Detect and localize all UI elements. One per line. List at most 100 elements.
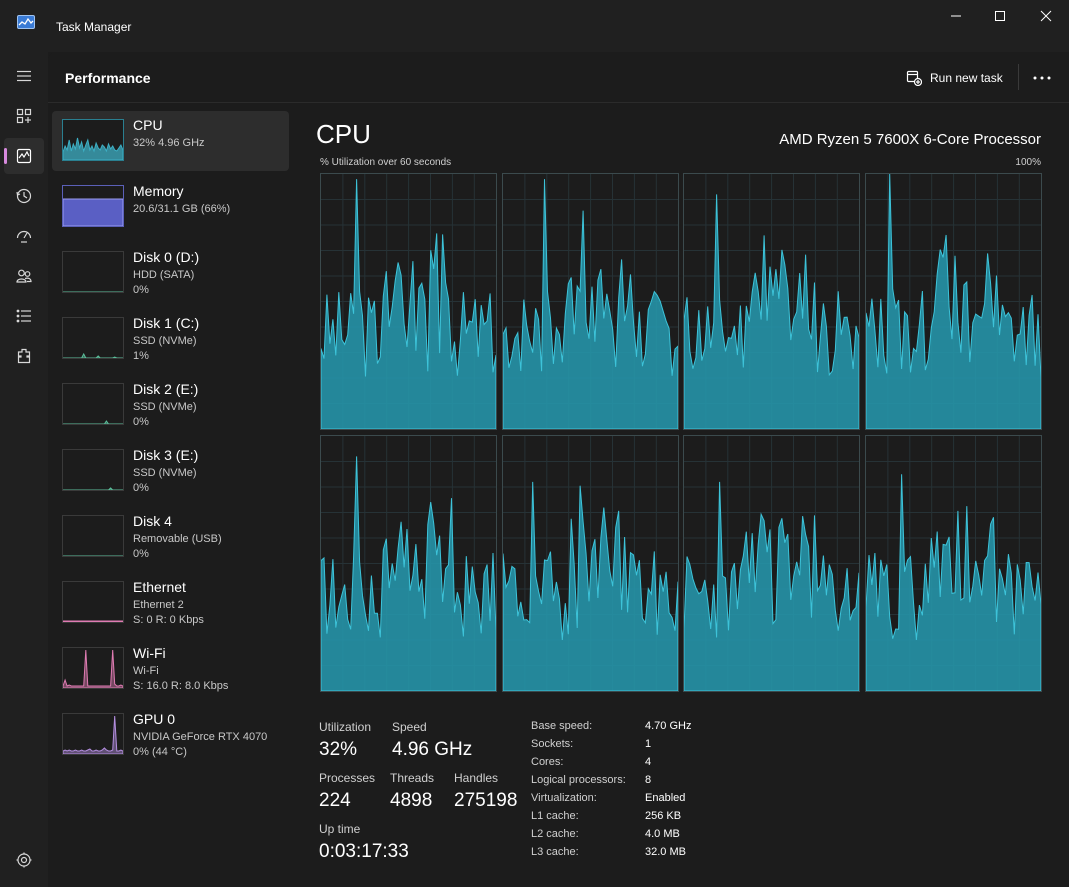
resource-name: Disk 3 (E:) xyxy=(133,447,199,463)
graph-caption: % Utilization over 60 seconds xyxy=(320,157,452,168)
resource-name: Disk 4 xyxy=(133,513,172,529)
resource-item-disk-0-d[interactable]: Disk 0 (D:) HDD (SATA) 0% xyxy=(52,243,289,303)
info-key: Logical processors: xyxy=(531,774,626,786)
maximize-icon xyxy=(995,11,1005,21)
info-value: 4.0 MB xyxy=(645,828,680,840)
resource-list: CPU 32% 4.96 GHz Memory 20.6/31.1 GB (66%) D… xyxy=(52,111,290,771)
resource-item-gpu-0[interactable]: GPU 0 NVIDIA GeForce RTX 4070 0% (44 °C) xyxy=(52,705,289,765)
resource-detail: Wi-Fi xyxy=(133,665,159,677)
nav-details[interactable] xyxy=(4,298,44,334)
close-button[interactable] xyxy=(1023,0,1069,32)
processes-value: 224 xyxy=(319,790,351,811)
nav-processes[interactable] xyxy=(4,98,44,134)
info-key: Sockets: xyxy=(531,738,574,750)
resource-item-disk-4[interactable]: Disk 4 Removable (USB) 0% xyxy=(52,507,289,567)
info-value: 4.70 GHz xyxy=(645,720,692,732)
title-bar: Task Manager xyxy=(0,0,1069,52)
resource-name: Disk 2 (E:) xyxy=(133,381,199,397)
resource-name: GPU 0 xyxy=(133,711,176,727)
navigation-rail xyxy=(0,52,48,887)
info-key: L1 cache: xyxy=(531,810,579,822)
nav-app-history[interactable] xyxy=(4,178,44,214)
resource-item-memory[interactable]: Memory 20.6/31.1 GB (66%) xyxy=(52,177,289,237)
run-new-task-button[interactable]: Run new task xyxy=(906,66,1003,90)
resource-thumbnail-graph xyxy=(62,251,124,293)
processes-label: Processes xyxy=(319,771,376,785)
logical-processor-graphs[interactable] xyxy=(320,173,1042,693)
more-options-icon xyxy=(1033,76,1051,80)
resource-name: CPU xyxy=(133,117,163,133)
services-icon xyxy=(17,348,31,364)
page-title: Performance xyxy=(65,70,151,86)
resource-detail: 1% xyxy=(133,350,149,362)
resource-thumbnail-graph xyxy=(62,317,124,359)
run-new-task-icon xyxy=(906,70,922,86)
info-value: 4 xyxy=(645,756,652,768)
resource-detail: 0% xyxy=(133,416,149,428)
more-options-button[interactable] xyxy=(1028,66,1056,90)
logical-processor-graph-6 xyxy=(683,435,860,692)
resource-thumbnail-graph xyxy=(62,383,124,425)
threads-value: 4898 xyxy=(390,790,433,811)
logical-processor-graph-0 xyxy=(320,173,497,430)
nav-settings[interactable] xyxy=(4,842,44,878)
logical-processor-graph-4 xyxy=(320,435,497,692)
info-key: L2 cache: xyxy=(531,828,579,840)
graph-max-label: 100% xyxy=(1015,157,1041,168)
info-key: Cores: xyxy=(531,756,564,768)
resource-item-disk-3-e[interactable]: Disk 3 (E:) SSD (NVMe) 0% xyxy=(52,441,289,501)
details-icon xyxy=(16,309,31,323)
nav-services[interactable] xyxy=(4,338,44,374)
utilization-label: Utilization xyxy=(319,720,372,734)
resource-detail: NVIDIA GeForce RTX 4070 xyxy=(133,731,268,743)
resource-detail: 20.6/31.1 GB (66%) xyxy=(133,203,231,215)
info-key: Virtualization: xyxy=(531,792,597,804)
info-value: 1 xyxy=(645,738,652,750)
info-key: Base speed: xyxy=(531,720,593,732)
logical-processor-graph-5 xyxy=(501,435,679,692)
minimize-button[interactable] xyxy=(933,0,979,32)
uptime-label: Up time xyxy=(319,822,361,836)
nav-menu-toggle[interactable] xyxy=(4,58,44,94)
threads-label: Threads xyxy=(390,771,435,785)
resource-item-cpu[interactable]: CPU 32% 4.96 GHz xyxy=(52,111,289,171)
resource-thumbnail-graph xyxy=(62,515,124,557)
header-divider xyxy=(1018,64,1019,90)
resource-name: Ethernet xyxy=(133,579,186,595)
info-value: 8 xyxy=(645,774,652,786)
cpu-model: AMD Ryzen 5 7600X 6-Core Processor xyxy=(779,131,1041,148)
resource-thumbnail-graph xyxy=(62,185,124,227)
cpu-heading: CPU xyxy=(316,119,371,149)
logical-processor-graph-7 xyxy=(864,435,1042,692)
resource-item-disk-2-e[interactable]: Disk 2 (E:) SSD (NVMe) 0% xyxy=(52,375,289,435)
nav-users[interactable] xyxy=(4,258,44,294)
page-header: Performance Run new task xyxy=(48,52,1069,103)
speed-label: Speed xyxy=(392,720,427,734)
nav-startup-apps[interactable] xyxy=(4,218,44,254)
utilization-value: 32% xyxy=(319,739,358,760)
resource-name: Disk 1 (C:) xyxy=(133,315,200,331)
close-icon xyxy=(1040,10,1052,22)
maximize-button[interactable] xyxy=(977,0,1023,32)
resource-detail: SSD (NVMe) xyxy=(133,335,197,347)
uptime-value: 0:03:17:33 xyxy=(319,841,409,862)
resource-thumbnail-graph xyxy=(62,647,124,689)
startup-apps-icon xyxy=(16,230,32,243)
resource-thumbnail-graph xyxy=(62,449,124,491)
settings-icon xyxy=(16,852,32,868)
resource-item-wi-fi[interactable]: Wi-Fi Wi-Fi S: 16.0 R: 8.0 Kbps xyxy=(52,639,289,699)
resource-detail: SSD (NVMe) xyxy=(133,467,197,479)
performance-icon xyxy=(16,148,32,164)
resource-name: Wi-Fi xyxy=(133,645,166,661)
resource-detail: 0% xyxy=(133,284,149,296)
nav-performance[interactable] xyxy=(4,138,44,174)
resource-item-ethernet[interactable]: Ethernet Ethernet 2 S: 0 R: 0 Kbps xyxy=(52,573,289,633)
resource-detail: S: 16.0 R: 8.0 Kbps xyxy=(133,680,229,692)
resource-detail: S: 0 R: 0 Kbps xyxy=(133,614,204,626)
resource-name: Disk 0 (D:) xyxy=(133,249,200,265)
resource-thumbnail-graph xyxy=(62,581,124,623)
handles-value: 275198 xyxy=(454,790,518,811)
window-title: Task Manager xyxy=(56,20,132,34)
resource-item-disk-1-c[interactable]: Disk 1 (C:) SSD (NVMe) 1% xyxy=(52,309,289,369)
hamburger-icon xyxy=(17,70,31,82)
